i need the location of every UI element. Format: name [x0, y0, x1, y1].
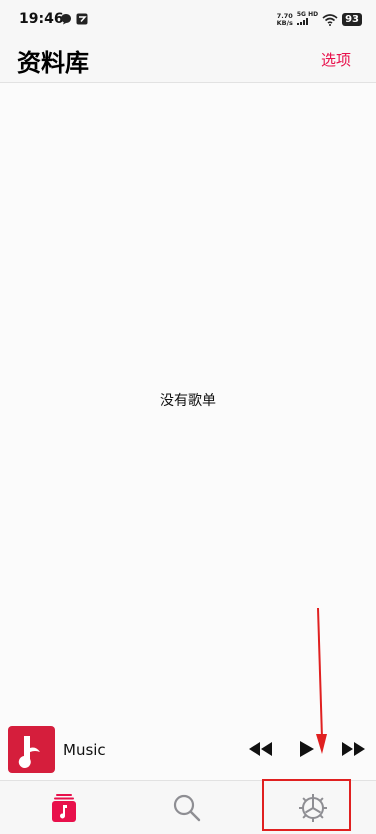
battery-icon: 93	[342, 13, 362, 26]
empty-playlist-message: 没有歌单	[160, 393, 216, 409]
rewind-icon[interactable]	[248, 739, 274, 759]
album-art[interactable]	[8, 726, 55, 773]
options-button[interactable]: 选项	[321, 49, 351, 70]
annotation-arrow	[316, 608, 327, 754]
status-bar: 19:46 7.70 KB/s 5G HD 93	[0, 0, 376, 40]
app-screen: 19:46 7.70 KB/s 5G HD 93 资料库 选项 没有歌单 Mus…	[0, 0, 376, 834]
notification-app-icon	[76, 13, 88, 25]
annotation-highlight-box	[262, 779, 351, 831]
wifi-icon	[322, 13, 338, 26]
search-icon	[173, 794, 201, 822]
tab-library[interactable]	[47, 791, 81, 825]
tab-search[interactable]	[170, 791, 204, 825]
net-speed: 7.70 KB/s	[276, 11, 293, 27]
track-title: Music	[63, 741, 106, 759]
status-indicators: 7.70 KB/s 5G HD 93	[277, 12, 362, 27]
chat-bubble-icon	[61, 14, 71, 25]
header-divider	[0, 82, 376, 83]
network-type: 5G HD	[296, 12, 318, 27]
page-title: 资料库	[17, 49, 89, 77]
header: 资料库 选项	[0, 40, 376, 82]
status-time: 19:46	[19, 11, 64, 27]
album-art-music-note-icon	[18, 736, 40, 768]
fast-forward-icon[interactable]	[340, 739, 366, 759]
library-icon	[52, 794, 76, 822]
signal-icon	[296, 18, 308, 25]
